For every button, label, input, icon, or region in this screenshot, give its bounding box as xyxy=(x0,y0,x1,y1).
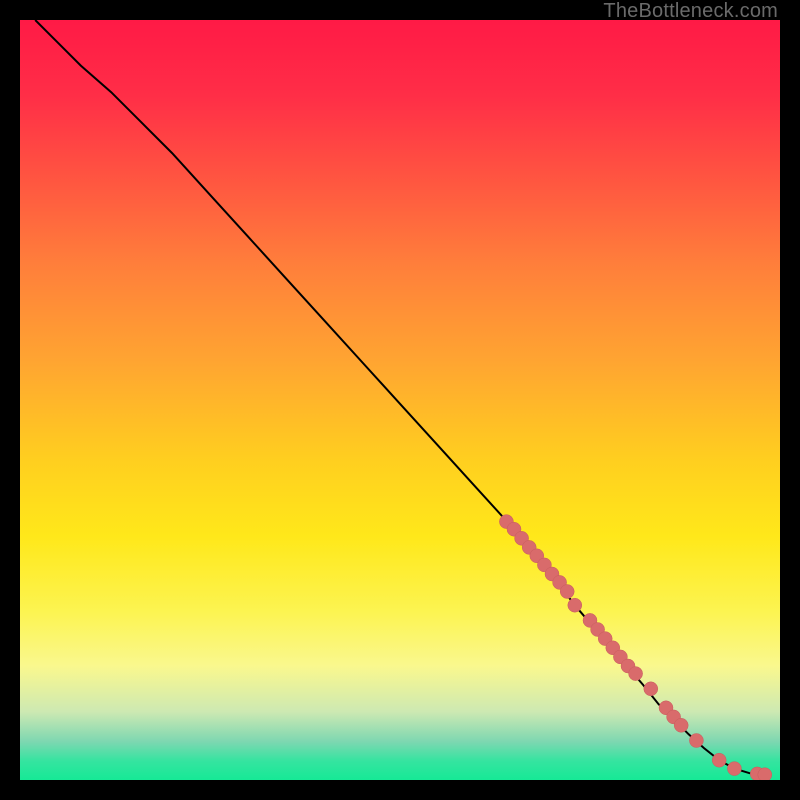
data-marker xyxy=(560,585,574,599)
data-marker xyxy=(629,667,643,681)
data-markers xyxy=(499,515,771,780)
data-marker xyxy=(758,768,772,780)
data-marker xyxy=(689,734,703,748)
plot-area xyxy=(20,20,780,780)
bottleneck-curve xyxy=(35,20,765,775)
data-marker xyxy=(727,762,741,776)
curve-svg xyxy=(20,20,780,780)
data-marker xyxy=(568,598,582,612)
data-marker xyxy=(644,682,658,696)
data-marker xyxy=(712,753,726,767)
chart-frame: TheBottleneck.com xyxy=(0,0,800,800)
data-marker xyxy=(674,718,688,732)
